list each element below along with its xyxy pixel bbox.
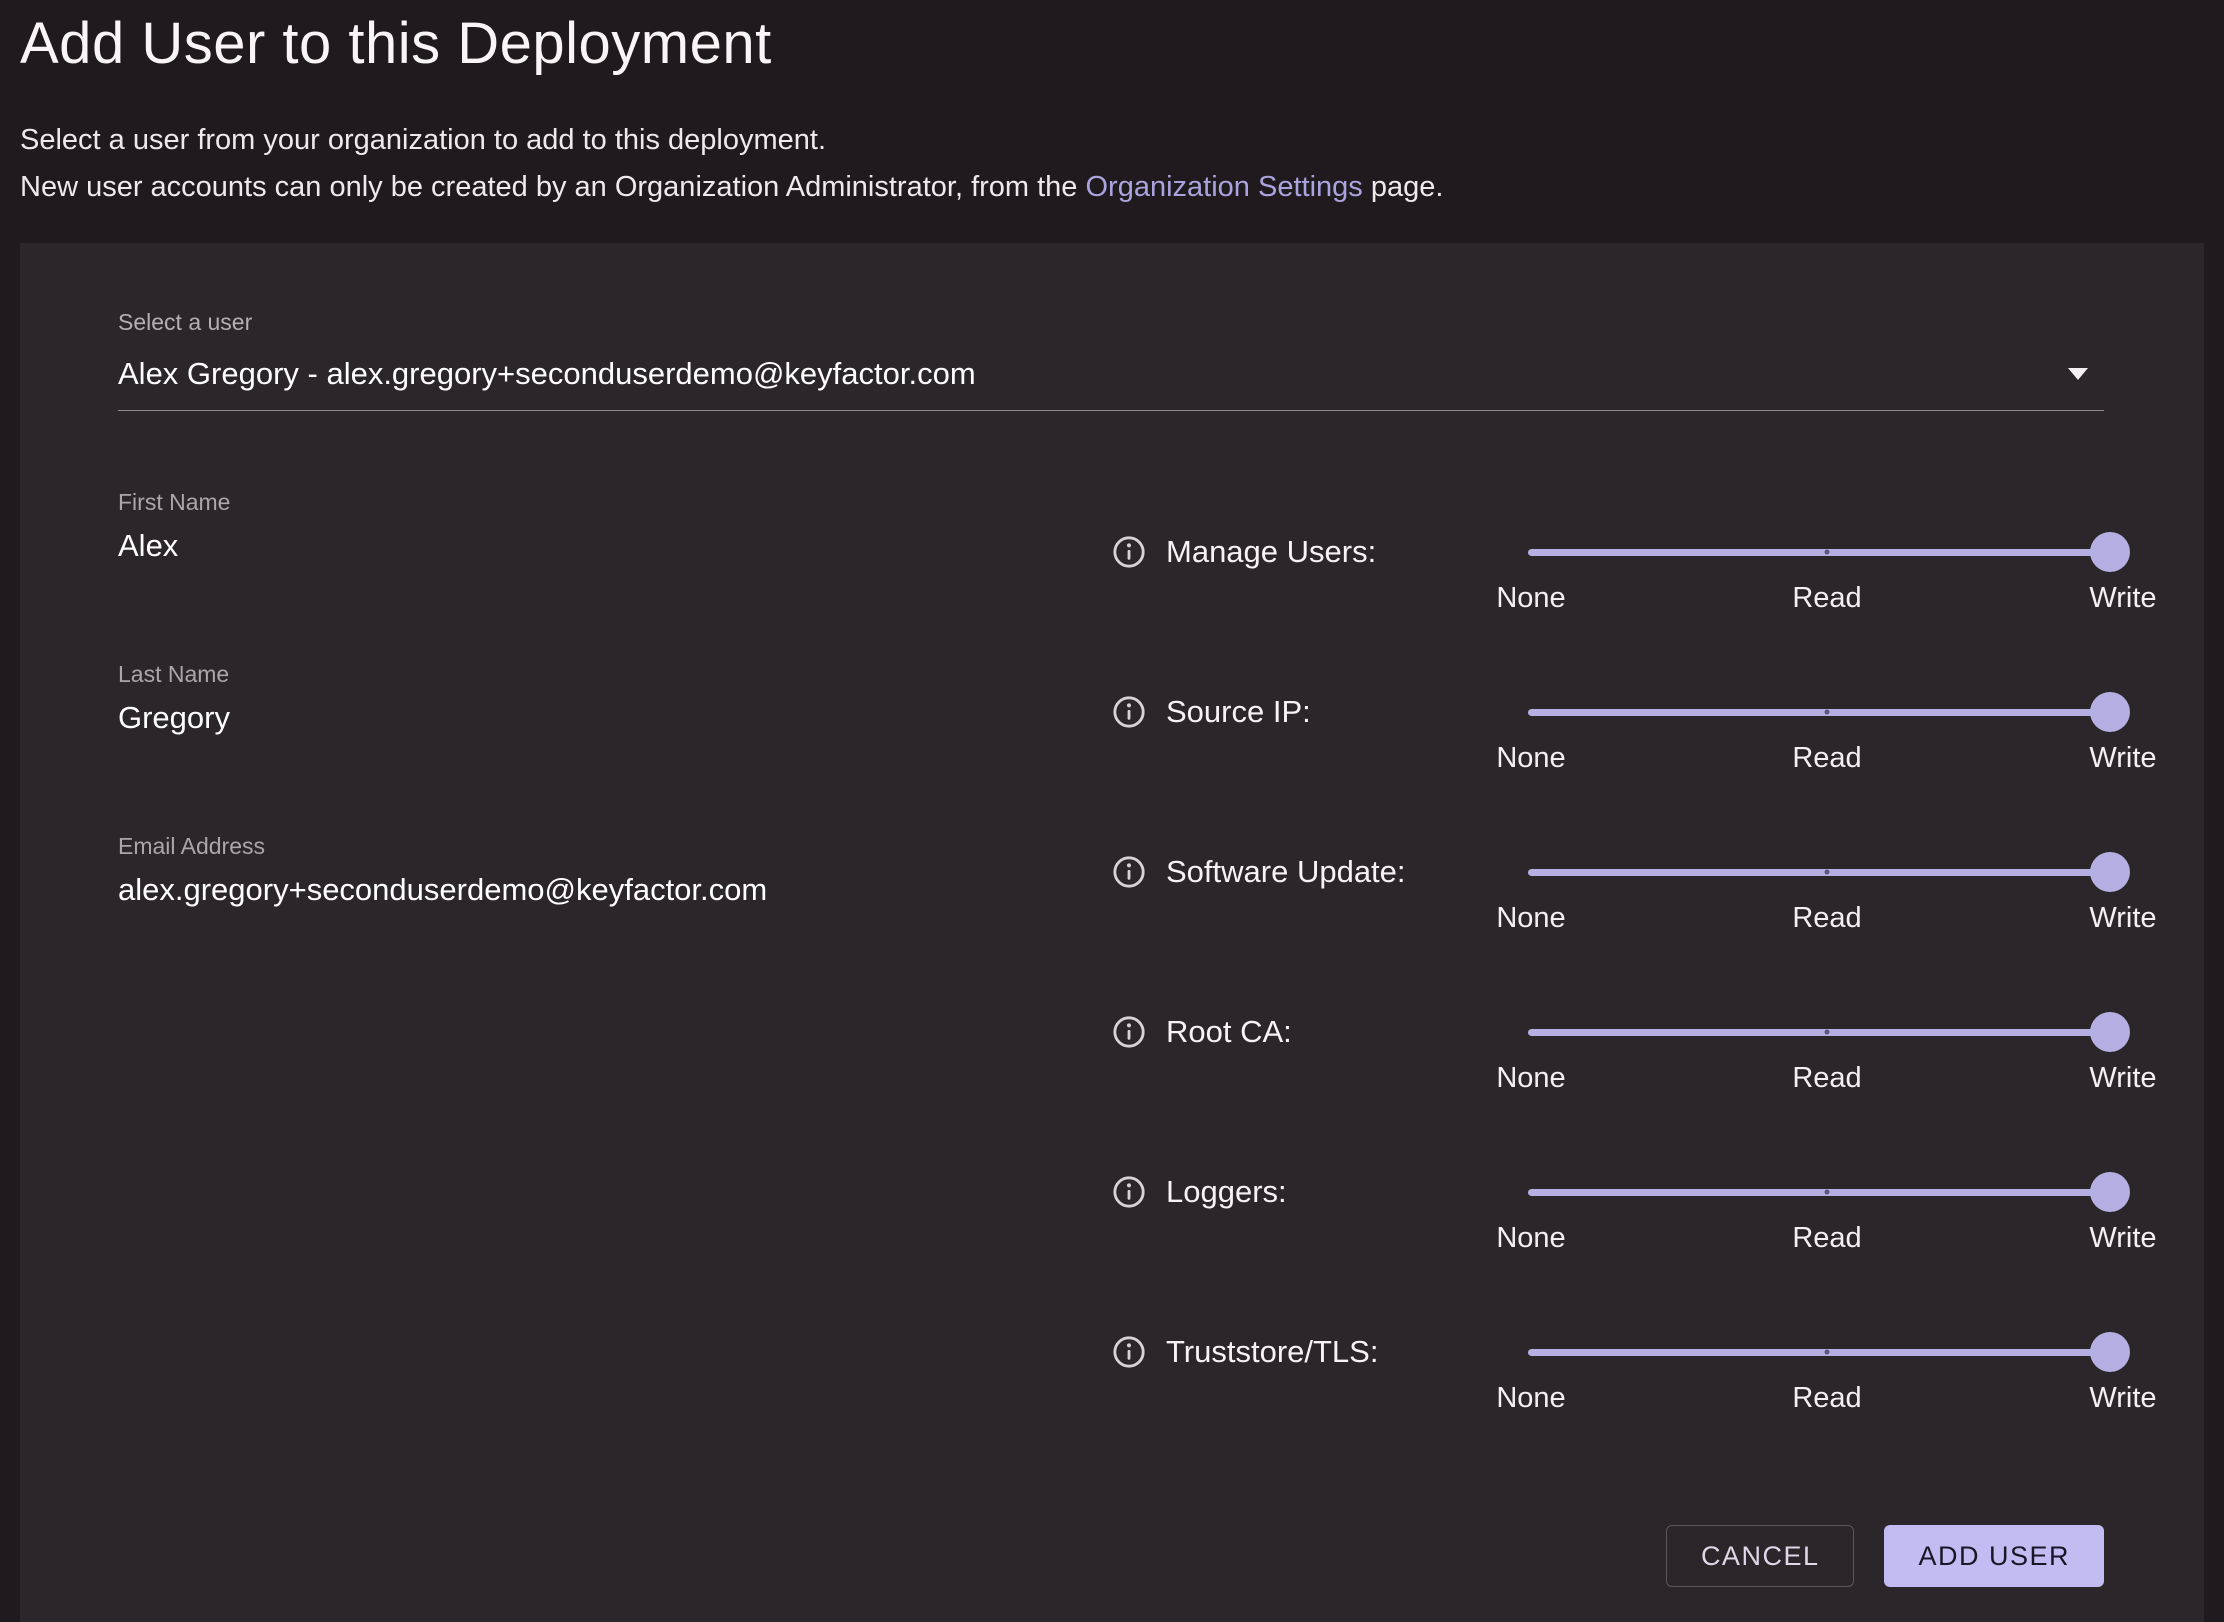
organization-settings-link[interactable]: Organization Settings xyxy=(1086,171,1363,203)
slider-thumb[interactable] xyxy=(2090,852,2130,892)
slider-option-write: Write xyxy=(2089,742,2156,775)
permission-slider: None Read Write xyxy=(1528,532,2126,620)
slider-option-write: Write xyxy=(2089,582,2156,615)
permission-slider: None Read Write xyxy=(1528,1012,2126,1100)
permission-row-root-ca: Root CA: None Read Write xyxy=(1112,1012,2126,1100)
add-user-card: Select a user Alex Gregory - alex.gregor… xyxy=(20,243,2204,1622)
last-name-value: Gregory xyxy=(118,698,1018,738)
info-icon[interactable] xyxy=(1112,1335,1146,1369)
slider-thumb[interactable] xyxy=(2090,1172,2130,1212)
slider-option-none: None xyxy=(1496,582,1565,615)
slider-option-read: Read xyxy=(1792,1382,1861,1415)
permission-slider-track[interactable] xyxy=(1528,692,2126,732)
permission-slider: None Read Write xyxy=(1528,1172,2126,1260)
add-user-button[interactable]: ADD USER xyxy=(1884,1525,2104,1587)
permission-label: Source IP: xyxy=(1166,694,1311,730)
info-icon[interactable] xyxy=(1112,1015,1146,1049)
permission-label: Loggers: xyxy=(1166,1174,1287,1210)
page-title: Add User to this Deployment xyxy=(20,10,2204,77)
permission-slider-track[interactable] xyxy=(1528,852,2126,892)
slider-thumb[interactable] xyxy=(2090,532,2130,572)
info-icon[interactable] xyxy=(1112,1175,1146,1209)
last-name-field: Last Name Gregory xyxy=(118,660,1018,738)
slider-option-read: Read xyxy=(1792,582,1861,615)
permission-row-software-update: Software Update: None Read Write xyxy=(1112,852,2126,940)
slider-thumb[interactable] xyxy=(2090,1332,2130,1372)
page-subtitle: Select a user from your organization to … xyxy=(20,117,2204,211)
slider-option-read: Read xyxy=(1792,902,1861,935)
dialog-actions: CANCEL ADD USER xyxy=(1666,1525,2104,1587)
email-field: Email Address alex.gregory+seconduserdem… xyxy=(118,832,1018,910)
info-icon[interactable] xyxy=(1112,855,1146,889)
permission-row-source-ip: Source IP: None Read Write xyxy=(1112,692,2126,780)
permission-row-truststore-tls: Truststore/TLS: None Read Write xyxy=(1112,1332,2126,1420)
slider-option-none: None xyxy=(1496,1382,1565,1415)
slider-option-write: Write xyxy=(2089,1222,2156,1255)
permission-slider: None Read Write xyxy=(1528,1332,2126,1420)
slider-option-read: Read xyxy=(1792,1062,1861,1095)
first-name-label: First Name xyxy=(118,488,1018,516)
slider-option-none: None xyxy=(1496,742,1565,775)
info-icon[interactable] xyxy=(1112,535,1146,569)
email-label: Email Address xyxy=(118,832,1018,860)
chevron-down-icon xyxy=(2068,368,2088,380)
page-header: Add User to this Deployment Select a use… xyxy=(20,0,2204,211)
permission-row-loggers: Loggers: None Read Write xyxy=(1112,1172,2126,1260)
subtitle-line-1: Select a user from your organization to … xyxy=(20,117,2204,164)
permission-slider: None Read Write xyxy=(1528,852,2126,940)
permission-slider-track[interactable] xyxy=(1528,1012,2126,1052)
slider-option-read: Read xyxy=(1792,1222,1861,1255)
info-icon[interactable] xyxy=(1112,695,1146,729)
user-select-label: Select a user xyxy=(118,309,2104,336)
slider-option-write: Write xyxy=(2089,902,2156,935)
permission-slider-track[interactable] xyxy=(1528,1172,2126,1212)
permission-label: Truststore/TLS: xyxy=(1166,1334,1378,1370)
first-name-value: Alex xyxy=(118,526,1018,566)
slider-option-read: Read xyxy=(1792,742,1861,775)
permission-row-manage-users: Manage Users: None Read Write xyxy=(1112,532,2126,620)
slider-thumb[interactable] xyxy=(2090,692,2130,732)
user-select-value: Alex Gregory - alex.gregory+seconduserde… xyxy=(118,356,976,392)
email-value: alex.gregory+seconduserdemo@keyfactor.co… xyxy=(118,870,1018,910)
slider-option-none: None xyxy=(1496,1222,1565,1255)
user-select-group: Select a user Alex Gregory - alex.gregor… xyxy=(118,309,2104,411)
permissions-list: Manage Users: None Read Write xyxy=(1112,532,2126,1492)
slider-option-none: None xyxy=(1496,1062,1565,1095)
user-select[interactable]: Alex Gregory - alex.gregory+seconduserde… xyxy=(118,350,2104,411)
permission-slider-track[interactable] xyxy=(1528,532,2126,572)
slider-option-write: Write xyxy=(2089,1382,2156,1415)
permission-label: Software Update: xyxy=(1166,854,1406,890)
cancel-button[interactable]: CANCEL xyxy=(1666,1525,1855,1587)
permission-label: Manage Users: xyxy=(1166,534,1376,570)
user-fields: First Name Alex Last Name Gregory Email … xyxy=(118,488,1018,1004)
permission-slider-track[interactable] xyxy=(1528,1332,2126,1372)
slider-option-none: None xyxy=(1496,902,1565,935)
first-name-field: First Name Alex xyxy=(118,488,1018,566)
subtitle-line-2: New user accounts can only be created by… xyxy=(20,164,2204,211)
slider-option-write: Write xyxy=(2089,1062,2156,1095)
slider-thumb[interactable] xyxy=(2090,1012,2130,1052)
permission-slider: None Read Write xyxy=(1528,692,2126,780)
last-name-label: Last Name xyxy=(118,660,1018,688)
permission-label: Root CA: xyxy=(1166,1014,1292,1050)
